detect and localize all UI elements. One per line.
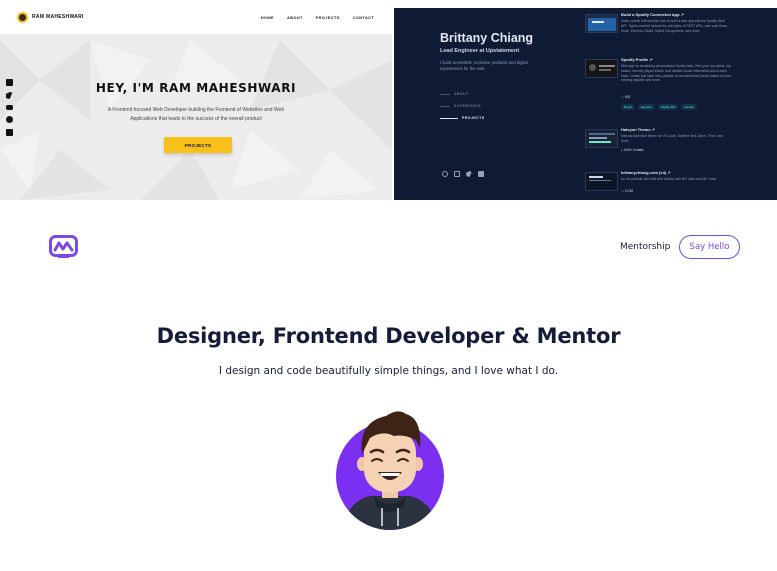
project-thumbnail [585, 172, 618, 191]
project-description: An old portfolio site built with Gatsby … [621, 177, 717, 181]
project-tags: React Express Spotify API Heroku [621, 104, 698, 110]
top-navigation-bar: RAM MAHESHWARI HOME ABOUT PROJECTS CONTA… [0, 0, 392, 34]
project-stars[interactable]: ☆ 642 [621, 95, 630, 99]
project-description: Minimal dark blue theme for VS Code, Sub… [621, 134, 724, 143]
project-card[interactable]: brittanychiang.com (v4) ↗ An old portfol… [585, 170, 735, 200]
avatar [336, 411, 444, 530]
brand-name[interactable]: RAM MAHESHWARI [32, 14, 84, 20]
say-hello-button[interactable]: Say Hello [679, 235, 740, 259]
thumbnail-graphic [588, 18, 616, 31]
project-thumbnail [585, 59, 618, 78]
nav-indicator-line [440, 105, 450, 107]
nav-about[interactable]: ABOUT [440, 92, 485, 96]
thumbnail-graphic [589, 133, 615, 135]
nav-projects-link[interactable]: PROJECTS [316, 15, 340, 20]
project-card[interactable]: Spotify Profile ↗ Web app for visualizin… [585, 57, 735, 119]
nav-indicator-line [440, 117, 458, 119]
profile-role: Lead Engineer at Upstatement [440, 48, 520, 54]
nav-projects-label: PROJECTS [462, 116, 485, 120]
project-thumbnail [585, 129, 618, 148]
project-card[interactable]: Halcyon Theme ↗ Minimal dark blue theme … [585, 127, 735, 159]
project-card[interactable]: Build a Spotify Connected App ↗ Video co… [585, 12, 735, 52]
github-icon[interactable] [442, 171, 448, 177]
project-title[interactable]: brittanychiang.com (v4) ↗ [621, 170, 671, 175]
project-stars[interactable]: ☆ 6,236 [621, 189, 633, 193]
thumbnail-graphic [592, 21, 604, 23]
nav-menu: HOME ABOUT PROJECTS CONTACT [261, 15, 374, 20]
nav-about-link[interactable]: ABOUT [287, 15, 303, 20]
nav-home-link[interactable]: HOME [261, 15, 274, 20]
projects-button[interactable]: PROJECTS [164, 137, 232, 153]
mentorship-link[interactable]: Mentorship [620, 242, 670, 252]
linkedin-icon[interactable] [478, 171, 484, 177]
tag-pill: Express [637, 104, 655, 110]
brittany-portfolio-screenshot: Brittany Chiang Lead Engineer at Upstate… [394, 8, 777, 200]
thumbnail-graphic [599, 69, 611, 71]
nav-contact-link[interactable]: CONTACT [353, 15, 374, 20]
thumbnail-graphic [589, 64, 596, 71]
project-installs[interactable]: ⤓ 100k+ Installs [621, 148, 644, 152]
thumbnail-graphic [589, 176, 603, 178]
hero-subtitle-line-2: Applications that leads to the success o… [130, 115, 262, 122]
hero-subtitle: I design and code beautifully simple thi… [218, 365, 559, 377]
nav-experience-label: EXPERIENCE [454, 104, 482, 108]
hero-subtitle: A Frontend focused Web Developer buildin… [0, 106, 392, 123]
tag-pill: Heroku [681, 104, 698, 110]
thumbnail-graphic [589, 141, 611, 143]
hero-title: HEY, I'M RAM MAHESHWARI [95, 81, 297, 95]
thumbnail-graphic [599, 65, 615, 67]
tag-pill: React [621, 104, 635, 110]
project-title[interactable]: Halcyon Theme ↗ [621, 127, 655, 132]
adam-logo-icon[interactable] [49, 235, 78, 259]
nav-about-label: ABOUT [454, 92, 469, 96]
ram-portfolio-screenshot: RAM MAHESHWARI HOME ABOUT PROJECTS CONTA… [0, 0, 392, 200]
hero-title: Designer, Frontend Developer & Mentor [156, 324, 621, 348]
profile-bio: I build accessible, inclusive products a… [440, 60, 528, 71]
medium-icon[interactable] [5, 129, 13, 136]
nav-experience[interactable]: EXPERIENCE [440, 104, 485, 108]
project-description: Web app for visualizing personalized Spo… [621, 64, 731, 83]
section-navigation: ABOUT EXPERIENCE PROJECTS [440, 92, 485, 120]
social-links [442, 171, 484, 177]
tag-pill: Spotify API [657, 104, 679, 110]
project-title[interactable]: Spotify Profile ↗ [621, 57, 653, 62]
hero-subtitle-line-1: A Frontend focused Web Developer buildin… [107, 107, 285, 113]
thumbnail-graphic [589, 180, 611, 181]
profile-name[interactable]: Brittany Chiang [440, 31, 533, 45]
project-title[interactable]: Build a Spotify Connected App ↗ [621, 12, 684, 17]
nav-indicator-line [440, 93, 450, 95]
avatar-logo-icon[interactable] [17, 12, 28, 23]
instagram-icon[interactable] [454, 171, 460, 177]
project-thumbnail [585, 14, 618, 33]
twitter-icon[interactable] [466, 171, 472, 177]
nav-projects[interactable]: PROJECTS [440, 116, 485, 120]
adam-portfolio-screenshot: Mentorship Say Hello Designer, Frontend … [0, 205, 777, 571]
thumbnail-graphic [589, 137, 607, 139]
project-description: Video course that teaches how to build a… [621, 19, 728, 33]
